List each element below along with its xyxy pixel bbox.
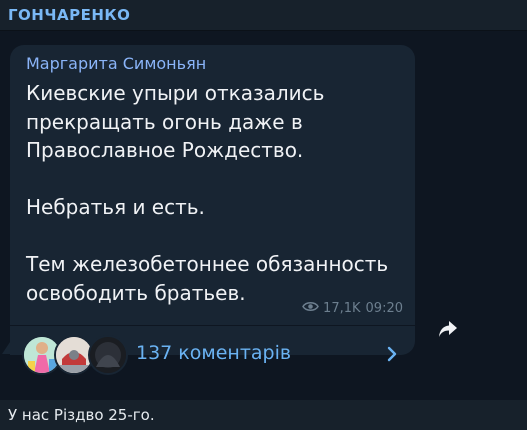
message-text: Киевские упыри отказались прекращать ого… <box>26 79 406 307</box>
comments-button[interactable]: 137 коментарів <box>10 326 415 386</box>
chevron-right-icon[interactable] <box>387 346 397 366</box>
commenter-avatar-3 <box>88 335 128 375</box>
eye-icon <box>302 301 319 316</box>
message-input-text[interactable]: У нас Різдво 25-го. <box>8 406 155 424</box>
message-input-bar[interactable]: У нас Різдво 25-го. <box>0 400 527 430</box>
message-paragraph-3: Тем железобетоннее обязанность освободит… <box>26 252 389 305</box>
message-time: 09:20 <box>365 301 403 316</box>
comments-count-label[interactable]: 137 коментарів <box>136 342 291 364</box>
share-button[interactable] <box>430 313 466 349</box>
message-paragraph-2: Небратья и есть. <box>26 195 205 219</box>
channel-header[interactable]: ГОНЧАРЕНКО <box>0 0 527 31</box>
message-author[interactable]: Маргарита Симоньян <box>26 54 206 73</box>
channel-name[interactable]: ГОНЧАРЕНКО <box>8 6 130 24</box>
message-paragraph-1: Киевские упыри отказались прекращать ого… <box>26 81 325 162</box>
bubble-tail <box>2 342 10 354</box>
view-count: 17,1K <box>323 301 361 316</box>
message-meta: 17,1K 09:20 <box>302 301 403 316</box>
share-arrow-icon <box>438 320 458 342</box>
message-bubble: Маргарита Симоньян Киевские упыри отказа… <box>10 45 415 375</box>
